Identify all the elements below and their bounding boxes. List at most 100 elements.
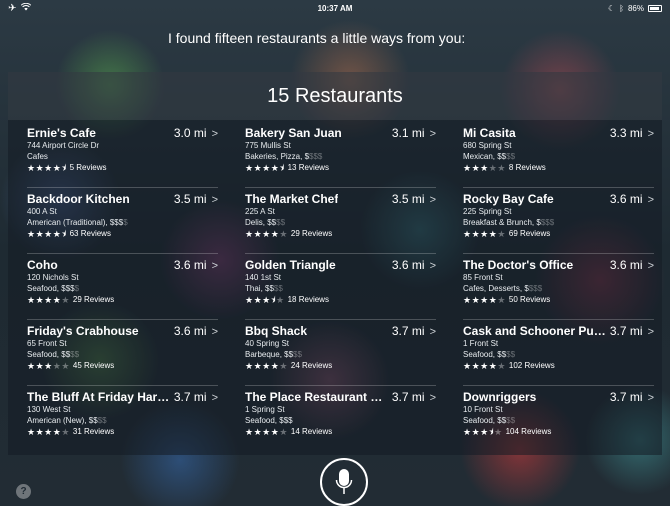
restaurant-address: 1 Front St <box>463 339 499 348</box>
restaurant-item[interactable]: Bakery San Juan 3.1 mi >775 Mullis St Baker… <box>226 122 444 188</box>
restaurant-results-panel: 15 Restaurants Ernie's Cafe 3.0 mi >744 Ai… <box>8 72 662 455</box>
restaurant-rating: ★★★★★ 29 Reviews <box>245 228 436 240</box>
chevron-right-icon: > <box>429 392 436 404</box>
restaurant-item[interactable]: Mi Casita 3.3 mi >680 Spring St Mexican, $$… <box>444 122 662 188</box>
chevron-right-icon: > <box>429 194 436 206</box>
restaurant-name: The Market Chef <box>245 192 339 206</box>
restaurant-address: 1 Spring St <box>245 405 285 414</box>
price-dim: $$ <box>70 350 80 359</box>
category-text: Seafood, $$ <box>463 416 507 425</box>
restaurant-category: Seafood, $$$$ <box>27 283 218 294</box>
price-dim: $$ <box>506 152 516 161</box>
restaurant-name: Downriggers <box>463 390 537 404</box>
review-count: 14 Reviews <box>290 427 333 436</box>
restaurant-header: Downriggers 3.7 mi > <box>463 390 654 404</box>
price-dim: $$$ <box>540 218 555 227</box>
restaurant-distance: 3.6 mi > <box>174 324 218 338</box>
restaurant-item[interactable]: Ernie's Cafe 3.0 mi >744 Airport Circle Dr… <box>8 122 226 188</box>
restaurant-address: 680 Spring St <box>463 141 512 150</box>
restaurant-item[interactable]: Golden Triangle 3.6 mi >140 1st St Thai, $$… <box>226 254 444 320</box>
restaurant-header: Cask and Schooner Pub… 3.7 mi > <box>463 324 654 338</box>
distance-text: 3.7 mi <box>391 390 425 404</box>
restaurant-rating: ★★★★★ 45 Reviews <box>27 360 218 372</box>
review-count: 8 Reviews <box>508 163 546 172</box>
category-text: Bakeries, Pizza, $ <box>245 152 310 161</box>
restaurant-header: Bakery San Juan 3.1 mi > <box>245 126 436 140</box>
category-text: Seafood, $$ <box>27 350 71 359</box>
restaurant-distance: 3.6 mi > <box>392 258 436 272</box>
restaurant-item[interactable]: Bbq Shack 3.7 mi >40 Spring St Barbeque, $$… <box>226 320 444 386</box>
restaurant-category: American (New), $$$$ <box>27 415 218 426</box>
restaurant-distance: 3.0 mi > <box>174 126 218 140</box>
restaurant-address: 775 Mullis St <box>245 141 291 150</box>
restaurant-item[interactable]: Downriggers 3.7 mi >10 Front St Seafood, $$… <box>444 386 662 452</box>
restaurant-distance: 3.7 mi > <box>610 390 654 404</box>
restaurant-name: Bbq Shack <box>245 324 308 338</box>
restaurant-header: Friday's Crabhouse 3.6 mi > <box>27 324 218 338</box>
restaurant-distance: 3.3 mi > <box>610 126 654 140</box>
chevron-right-icon: > <box>647 326 654 338</box>
category-text: Cafes, Desserts, $ <box>463 284 529 293</box>
restaurant-category: Cafes <box>27 151 218 162</box>
restaurant-distance: 3.7 mi > <box>392 390 436 404</box>
restaurant-name: Friday's Crabhouse <box>27 324 139 338</box>
restaurant-item[interactable]: The Place Restaurant &… 3.7 mi >1 Spring S… <box>226 386 444 452</box>
restaurant-rating: ★★★★★ 31 Reviews <box>27 426 218 438</box>
chevron-right-icon: > <box>211 128 218 140</box>
battery-icon <box>648 4 662 12</box>
restaurant-item[interactable]: The Doctor's Office 3.6 mi >85 Front St Caf… <box>444 254 662 320</box>
restaurant-rating: ★★★★★ 8 Reviews <box>463 162 654 174</box>
restaurant-category: Seafood, $$$$ <box>27 349 218 360</box>
results-title: 15 Restaurants <box>8 72 662 120</box>
restaurant-rating: ★★★★★ 29 Reviews <box>27 294 218 306</box>
review-count: 45 Reviews <box>72 361 115 370</box>
restaurant-rating: ★★★★⯨ 5 Reviews <box>27 162 218 174</box>
microphone-button[interactable] <box>320 458 368 506</box>
restaurant-name: Rocky Bay Cafe <box>463 192 554 206</box>
restaurant-category: Breakfast & Brunch, $$$$ <box>463 217 654 228</box>
restaurant-category: Bakeries, Pizza, $$$$ <box>245 151 436 162</box>
restaurant-item[interactable]: The Market Chef 3.5 mi >225 A St Delis, $$$… <box>226 188 444 254</box>
restaurant-name: The Doctor's Office <box>463 258 574 272</box>
restaurant-distance: 3.1 mi > <box>392 126 436 140</box>
restaurant-name: The Bluff At Friday Harb… <box>27 390 172 404</box>
star-rating-icon: ★★★★★ <box>27 361 70 371</box>
restaurant-category: Cafes, Desserts, $$$$ <box>463 283 654 294</box>
restaurant-rating: ★★★★★ 14 Reviews <box>245 426 436 438</box>
review-count: 18 Reviews <box>287 295 329 304</box>
star-rating-icon: ★★★★★ <box>463 163 506 173</box>
restaurant-grid: Ernie's Cafe 3.0 mi >744 Airport Circle Dr… <box>8 122 662 452</box>
restaurant-header: The Market Chef 3.5 mi > <box>245 192 436 206</box>
distance-text: 3.5 mi <box>173 192 207 206</box>
chevron-right-icon: > <box>211 326 218 338</box>
price-dim: $$ <box>506 350 516 359</box>
question-mark-icon[interactable]: ? <box>16 484 31 499</box>
chevron-right-icon: > <box>211 392 218 404</box>
microphone-icon <box>335 469 353 494</box>
restaurant-item[interactable]: The Bluff At Friday Harb… 3.7 mi >130 West… <box>8 386 226 452</box>
distance-text: 3.3 mi <box>609 126 643 140</box>
distance-text: 3.5 mi <box>391 192 425 206</box>
distance-text: 3.0 mi <box>173 126 207 140</box>
distance-text: 3.6 mi <box>609 192 643 206</box>
restaurant-rating: ★★★★★ 102 Reviews <box>463 360 654 372</box>
restaurant-rating: ★★★★⯨ 63 Reviews <box>27 228 218 240</box>
distance-text: 3.7 mi <box>391 324 425 338</box>
restaurant-distance: 3.7 mi > <box>174 390 218 404</box>
status-bar: ✈ 10:37 AM ☾ ᛒ 86% <box>0 0 670 16</box>
restaurant-item[interactable]: Coho 3.6 mi >120 Nichols St Seafood, $$$$ ★★… <box>8 254 226 320</box>
restaurant-item[interactable]: Backdoor Kitchen 3.5 mi >400 A St American … <box>8 188 226 254</box>
chevron-right-icon: > <box>211 260 218 272</box>
restaurant-item[interactable]: Rocky Bay Cafe 3.6 mi >225 Spring St Breakf… <box>444 188 662 254</box>
price-dim: $$ <box>97 416 107 425</box>
status-time: 10:37 AM <box>317 3 353 13</box>
chevron-right-icon: > <box>429 260 436 272</box>
price-dim: $$ <box>276 218 286 227</box>
review-count: 63 Reviews <box>69 229 111 238</box>
restaurant-address: 120 Nichols St <box>27 273 79 282</box>
restaurant-item[interactable]: Cask and Schooner Pub… 3.7 mi >1 Front St S… <box>444 320 662 386</box>
restaurant-rating: ★★★⯨★ 104 Reviews <box>463 426 654 438</box>
review-count: 69 Reviews <box>508 229 551 238</box>
restaurant-distance: 3.7 mi > <box>392 324 436 338</box>
restaurant-item[interactable]: Friday's Crabhouse 3.6 mi >65 Front St Seaf… <box>8 320 226 386</box>
